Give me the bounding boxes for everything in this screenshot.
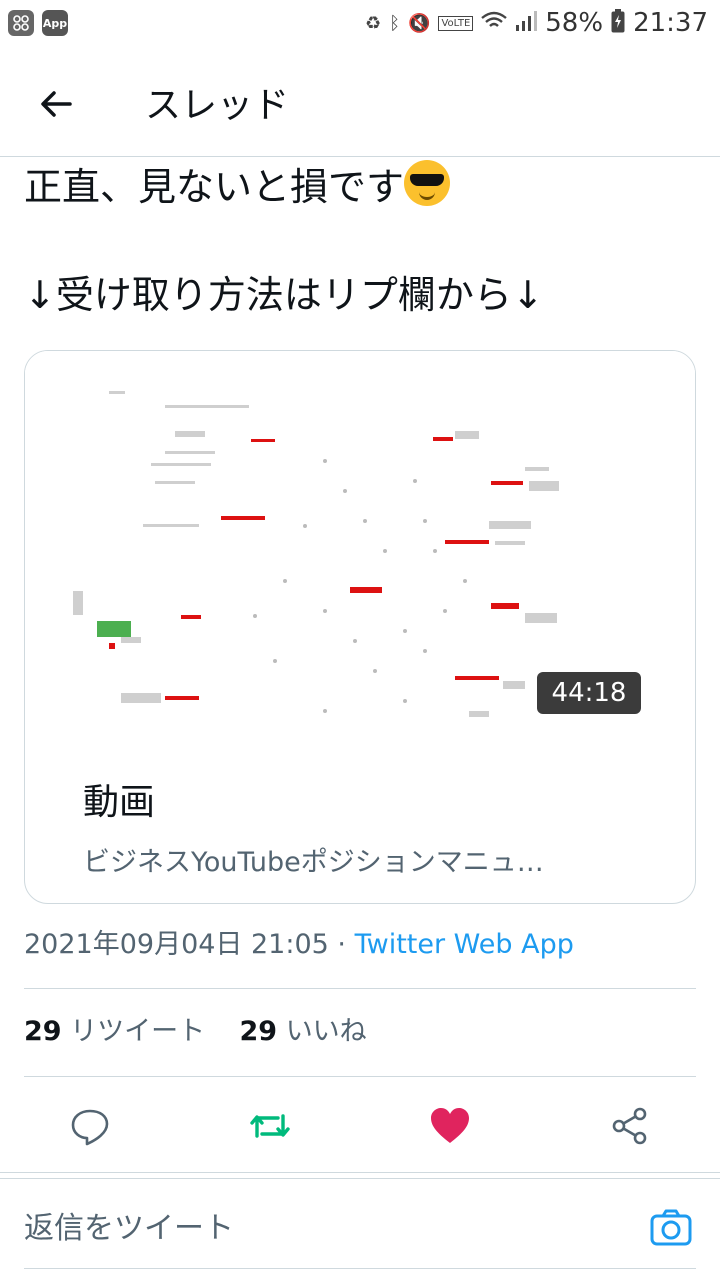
bluetooth-icon: ᛒ xyxy=(389,12,401,34)
engagement-stats: 29 リツイート 29 いいね xyxy=(24,1012,367,1052)
wifi-icon xyxy=(481,11,508,36)
divider xyxy=(24,988,696,989)
card-title: 動画 xyxy=(83,782,156,823)
volte-icon: VoLTE xyxy=(438,15,474,31)
status-bar: App ♻ ᛒ 🔇 VoLTE 58% 21:37 xyxy=(0,0,720,50)
status-right: ♻ ᛒ 🔇 VoLTE 58% 21:37 xyxy=(365,8,708,38)
tweet-text-line-1: 正直、見ないと損です xyxy=(24,160,451,212)
divider xyxy=(0,1178,720,1179)
meta-separator: · xyxy=(337,929,347,960)
video-duration-badge: 44:18 xyxy=(537,672,641,714)
likes-stat[interactable]: 29 いいね xyxy=(240,1016,367,1047)
battery-charging-icon xyxy=(611,8,625,38)
retweet-button[interactable] xyxy=(240,1100,300,1152)
camera-icon[interactable] xyxy=(650,1208,692,1252)
tweet-text-line-2: ↓受け取り方法はリプ欄から↓ xyxy=(24,273,544,317)
recycle-icon: ♻ xyxy=(365,12,382,34)
source-app-link[interactable]: Twitter Web App xyxy=(355,929,574,960)
divider xyxy=(0,1172,720,1173)
retweets-stat[interactable]: 29 リツイート xyxy=(24,1016,205,1047)
signal-icon xyxy=(515,10,538,37)
share-icon xyxy=(612,1107,647,1145)
share-button[interactable] xyxy=(600,1100,660,1152)
divider xyxy=(24,1268,696,1269)
reply-button[interactable] xyxy=(60,1100,120,1152)
retweets-label: リツイート xyxy=(70,1016,206,1047)
tweet-datetime[interactable]: 2021年09月04日 21:05 xyxy=(24,929,329,960)
retweet-icon xyxy=(250,1114,290,1138)
tweet-timestamp-row: 2021年09月04日 21:05 · Twitter Web App xyxy=(24,925,574,965)
top-app-bar: スレッド xyxy=(0,56,720,157)
reply-icon xyxy=(71,1109,109,1146)
video-thumbnail[interactable]: 44:18 xyxy=(25,351,695,761)
like-button[interactable] xyxy=(420,1100,480,1152)
app-notification-icon: App xyxy=(42,10,68,36)
likes-count: 29 xyxy=(239,1016,278,1047)
mute-icon: 🔇 xyxy=(408,12,431,34)
app-grid-icon xyxy=(8,10,34,36)
clock: 21:37 xyxy=(633,8,708,38)
tweet-text: 正直、見ないと損です xyxy=(24,165,405,209)
retweets-count: 29 xyxy=(24,1016,62,1047)
battery-percent: 58% xyxy=(545,8,604,38)
heart-icon xyxy=(431,1108,469,1143)
card-description: ビジネスYouTubeポジションマニュ… xyxy=(83,847,544,878)
divider xyxy=(24,1076,696,1077)
sunglasses-emoji-icon xyxy=(404,160,451,206)
page-title: スレッド xyxy=(145,85,290,126)
back-arrow-icon[interactable] xyxy=(36,76,76,139)
status-left: App xyxy=(8,10,68,36)
video-card[interactable]: 44:18 動画 ビジネスYouTubeポジションマニュ… xyxy=(24,350,696,904)
likes-label: いいね xyxy=(285,1016,367,1047)
reply-input[interactable]: 返信をツイート xyxy=(24,1208,234,1250)
